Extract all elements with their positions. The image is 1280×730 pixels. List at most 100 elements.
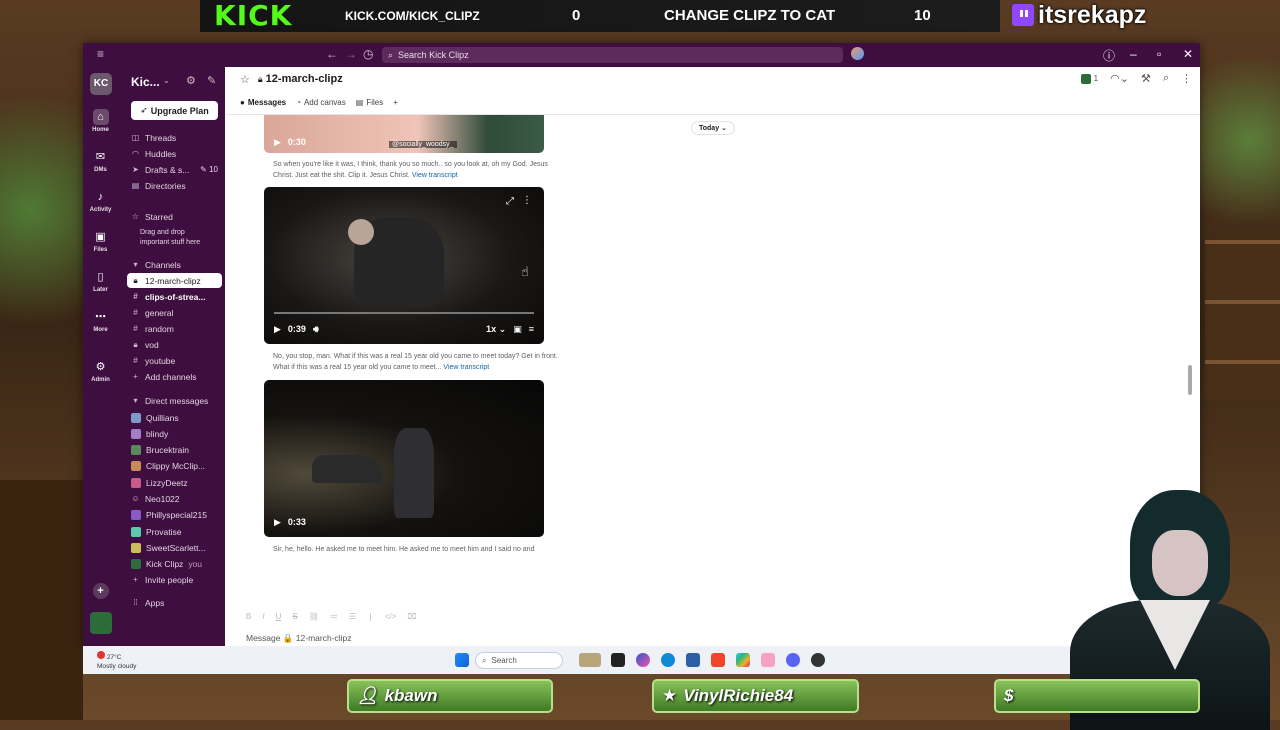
bold-icon[interactable]: B <box>246 612 251 621</box>
back-arrow-icon[interactable]: ← <box>326 47 338 61</box>
store-app-icon[interactable] <box>686 653 700 667</box>
dm-item[interactable]: ☺ Neo1022 <box>127 491 222 506</box>
play-icon[interactable]: ▶ <box>274 517 281 528</box>
transcript-icon[interactable]: ≡ <box>529 324 544 334</box>
channel-title[interactable]: 12-march-clipz <box>266 73 343 85</box>
sidebar-item-clips-of-stream[interactable]: # clips-of-strea... <box>127 289 222 304</box>
discord-app-icon[interactable] <box>786 653 800 667</box>
code-block-icon[interactable]: ⌧ <box>407 612 416 621</box>
history-icon[interactable]: ◷ <box>363 47 373 61</box>
sidebar-item-youtube[interactable]: # youtube <box>127 353 222 368</box>
taskbar-search[interactable]: ⌕ Search <box>475 652 563 669</box>
kebab-menu-icon[interactable]: ⋮ <box>1181 72 1192 85</box>
strikethrough-icon[interactable]: S <box>292 612 297 621</box>
slack-app-icon[interactable] <box>736 653 750 667</box>
rail-home[interactable]: ⌂ Home <box>83 109 118 133</box>
view-transcript-link[interactable]: View transcript <box>412 172 458 179</box>
expand-icon[interactable]: ⤢ <box>506 196 514 207</box>
upgrade-plan-button[interactable]: ➶ Upgrade Plan <box>131 101 218 120</box>
integrations-icon[interactable]: ⚒ <box>1141 72 1151 85</box>
dm-item[interactable]: blindy <box>127 426 222 441</box>
add-tab-button[interactable]: + <box>393 98 398 107</box>
help-icon[interactable]: ⓘ <box>1103 47 1115 64</box>
sidebar-item-huddles[interactable]: ◠ Huddles <box>127 146 222 161</box>
code-icon[interactable]: </> <box>385 612 397 621</box>
pink-app-icon[interactable] <box>761 653 775 667</box>
view-transcript-link[interactable]: View transcript <box>443 364 489 371</box>
brave-app-icon[interactable] <box>711 653 725 667</box>
dm-item[interactable]: Clippy McClip... <box>127 458 222 473</box>
sidebar-item-threads[interactable]: ◫ Threads <box>127 130 222 145</box>
hamburger-icon[interactable]: ≡ <box>97 47 104 61</box>
apps-header[interactable]: ⁞⁞ Apps <box>127 595 222 610</box>
message-feed[interactable]: @socially_woodsy_ ▶ 0:30 So when you're … <box>226 115 1192 585</box>
rail-add-workspace[interactable]: + <box>83 583 118 601</box>
invite-people-button[interactable]: + Invite people <box>127 572 222 587</box>
weather-widget[interactable]: 27°C Mostly cloudy <box>97 651 136 671</box>
edge-app-icon[interactable] <box>661 653 675 667</box>
bullet-list-icon[interactable]: ☰ <box>349 612 356 621</box>
starred-header[interactable]: ☆ Starred <box>127 209 222 224</box>
sidebar-item-vod[interactable]: 🔒︎ vod <box>127 337 222 352</box>
dm-item[interactable]: SweetScarlett... <box>127 540 222 555</box>
minimize-button[interactable]: – <box>1130 47 1137 61</box>
headphones-icon[interactable]: ◠⌄ <box>1110 72 1129 85</box>
message-input[interactable]: Message 🔒 12-march-clipz <box>246 633 352 644</box>
tab-messages[interactable]: ● Messages <box>240 98 286 107</box>
play-icon[interactable]: ▶ <box>274 137 281 148</box>
channels-header[interactable]: ▾ Channels <box>127 257 222 272</box>
play-icon[interactable]: ▶ <box>274 324 281 335</box>
add-channels-button[interactable]: + Add channels <box>127 369 222 384</box>
rail-activity[interactable]: ♪ Activity <box>83 189 118 213</box>
copilot-app-icon[interactable] <box>636 653 650 667</box>
dm-item[interactable]: Quillians <box>127 410 222 425</box>
search-input[interactable]: ⌕ Search Kick Clipz <box>382 47 843 63</box>
tab-add-canvas[interactable]: ◔ Add canvas <box>296 98 346 107</box>
kebab-menu-icon[interactable]: ⋮ <box>522 195 532 206</box>
video-attachment[interactable]: @socially_woodsy_ ▶ 0:30 <box>264 115 544 153</box>
members-button[interactable]: 1 <box>1080 72 1098 85</box>
ai-assistant-icon[interactable] <box>851 47 864 60</box>
sidebar-item-drafts[interactable]: ➤ Drafts & s... ✎ 10 <box>127 162 222 177</box>
close-button[interactable]: ✕ <box>1183 47 1193 61</box>
dm-header[interactable]: ▾ Direct messages <box>127 393 222 408</box>
dm-item[interactable]: Phillyspecial215 <box>127 507 222 522</box>
video-progress-bar[interactable] <box>274 312 534 314</box>
video-attachment[interactable]: ⤢ ⋮ ▶ 0:39 🔊︎ 1x ⌄ ▣ ≡ <box>264 187 544 344</box>
rail-admin[interactable]: ⚙ Admin <box>83 359 118 383</box>
blockquote-icon[interactable]: ❘ <box>367 612 374 621</box>
tab-files[interactable]: ▤ Files <box>356 98 383 107</box>
captions-icon[interactable]: ▣ <box>513 324 522 335</box>
windows-start-icon[interactable] <box>455 653 469 667</box>
chevron-down-icon[interactable]: ⌄ <box>163 76 170 85</box>
workspace-badge[interactable]: KC <box>90 73 112 95</box>
dm-item[interactable]: Provatise <box>127 524 222 539</box>
settings-icon[interactable]: ⚙ <box>186 74 196 87</box>
compose-icon[interactable]: ✎ <box>207 74 216 87</box>
forward-arrow-icon[interactable]: → <box>345 47 357 61</box>
search-icon[interactable]: ⌕ <box>1163 72 1169 85</box>
rail-dms[interactable]: ✉ DMs <box>83 149 118 173</box>
video-attachment[interactable]: ▶ 0:33 <box>264 380 544 537</box>
rail-more[interactable]: ⋯ More <box>83 309 118 333</box>
rail-later[interactable]: ▯ Later <box>83 269 118 293</box>
volume-icon[interactable]: 🔊︎ <box>313 324 319 335</box>
obs-app-icon[interactable] <box>811 653 825 667</box>
link-icon[interactable]: ⛓ <box>309 612 319 621</box>
underline-icon[interactable]: U <box>276 612 282 621</box>
dm-item[interactable]: Brucektrain <box>127 442 222 457</box>
sidebar-item-random[interactable]: # random <box>127 321 222 336</box>
workspace-name[interactable]: Kic... <box>131 75 160 89</box>
playback-speed[interactable]: 1x ⌄ <box>486 324 506 335</box>
star-icon[interactable]: ☆ <box>240 73 250 86</box>
rail-files[interactable]: ▣ Files <box>83 229 118 253</box>
sidebar-item-12-march-clipz[interactable]: 🔒︎ 12-march-clipz <box>127 273 222 288</box>
feed-scrollbar[interactable] <box>1188 365 1192 395</box>
dm-item-self[interactable]: Kick Clipz you <box>127 556 222 571</box>
rail-user-avatar[interactable] <box>83 612 118 636</box>
terminal-app-icon[interactable] <box>611 653 625 667</box>
italic-icon[interactable]: I <box>262 612 264 621</box>
sidebar-item-directories[interactable]: ▤ Directories <box>127 178 222 193</box>
maximize-button[interactable]: ▫ <box>1157 47 1161 61</box>
ordered-list-icon[interactable]: ≔ <box>330 612 338 621</box>
